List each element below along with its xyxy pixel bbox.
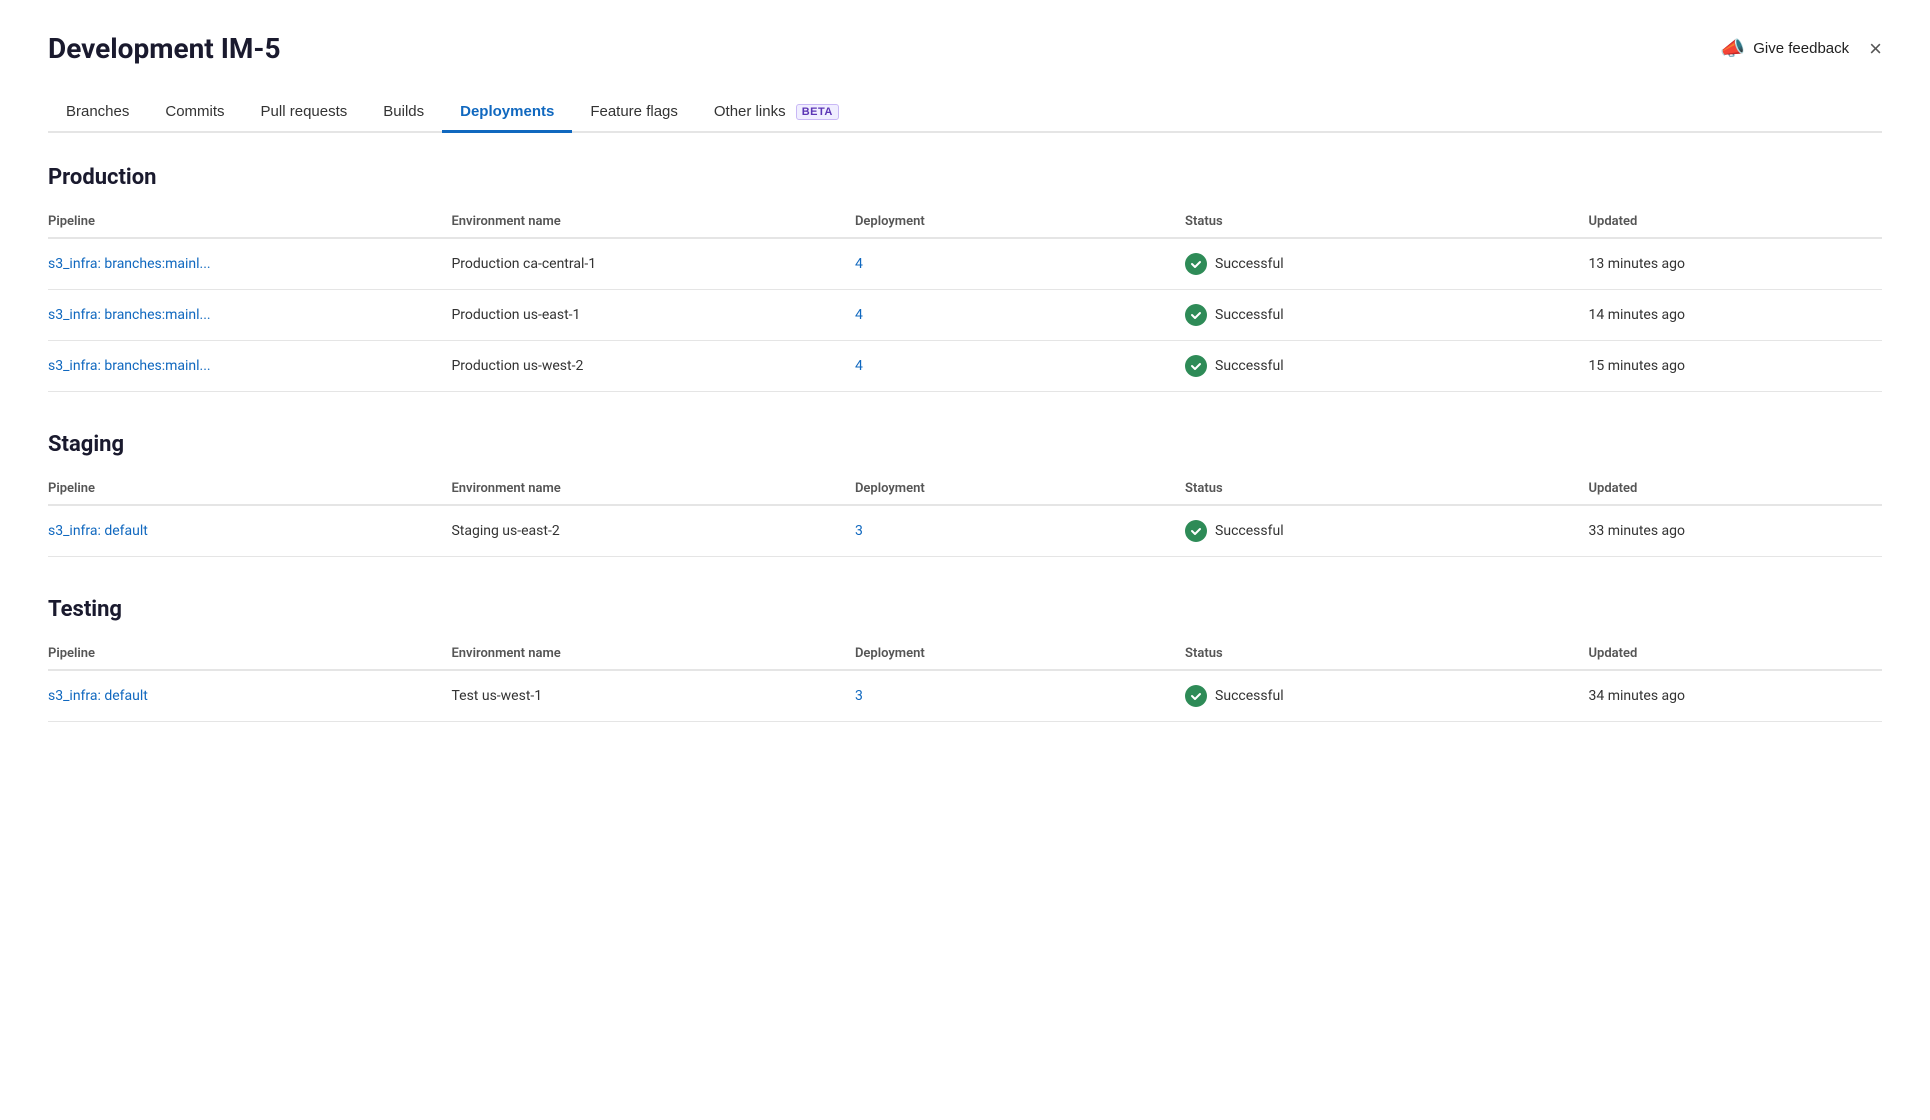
beta-badge: BETA <box>796 104 839 120</box>
nav-tabs: Branches Commits Pull requests Builds De… <box>48 93 1882 133</box>
col-header-pipeline: Pipeline <box>48 473 451 505</box>
table-row: s3_infra: branches:mainl... Production u… <box>48 341 1882 392</box>
success-icon <box>1185 520 1207 542</box>
deployment-link[interactable]: 4 <box>855 238 1185 290</box>
tab-feature-flags[interactable]: Feature flags <box>572 93 696 133</box>
col-header-updated: Updated <box>1589 206 1882 238</box>
environment-name: Production ca-central-1 <box>451 238 854 290</box>
tab-branches[interactable]: Branches <box>48 93 147 133</box>
feedback-button[interactable]: 📣 Give feedback <box>1720 36 1849 61</box>
col-header-env: Environment name <box>451 638 854 670</box>
environment-name: Test us-west-1 <box>451 670 854 722</box>
staging-title: Staging <box>48 432 1882 457</box>
page-title: Development IM-5 <box>48 32 281 65</box>
feedback-label: Give feedback <box>1753 40 1849 57</box>
environment-name: Staging us-east-2 <box>451 505 854 557</box>
col-header-status: Status <box>1185 473 1588 505</box>
production-header-row: Pipeline Environment name Deployment Sta… <box>48 206 1882 238</box>
table-row: s3_infra: branches:mainl... Production c… <box>48 238 1882 290</box>
section-production: Production Pipeline Environment name Dep… <box>48 165 1882 392</box>
status-text: Successful <box>1215 523 1284 539</box>
updated-text: 15 minutes ago <box>1589 341 1882 392</box>
tab-commits[interactable]: Commits <box>147 93 242 133</box>
col-header-env: Environment name <box>451 473 854 505</box>
status-cell: Successful <box>1185 238 1588 290</box>
environment-name: Production us-east-1 <box>451 290 854 341</box>
pipeline-link[interactable]: s3_infra: default <box>48 670 451 722</box>
status-cell: Successful <box>1185 670 1588 722</box>
deployment-link[interactable]: 4 <box>855 290 1185 341</box>
status-text: Successful <box>1215 307 1284 323</box>
tab-builds[interactable]: Builds <box>365 93 442 133</box>
header-actions: 📣 Give feedback × <box>1720 36 1882 61</box>
page-header: Development IM-5 📣 Give feedback × <box>48 32 1882 65</box>
testing-table: Pipeline Environment name Deployment Sta… <box>48 638 1882 722</box>
environment-name: Production us-west-2 <box>451 341 854 392</box>
tab-deployments[interactable]: Deployments <box>442 93 572 133</box>
deployment-link[interactable]: 4 <box>855 341 1185 392</box>
close-button[interactable]: × <box>1869 38 1882 60</box>
col-header-updated: Updated <box>1589 473 1882 505</box>
megaphone-icon: 📣 <box>1720 36 1745 61</box>
tab-pull-requests[interactable]: Pull requests <box>243 93 366 133</box>
updated-text: 33 minutes ago <box>1589 505 1882 557</box>
status-text: Successful <box>1215 358 1284 374</box>
status-text: Successful <box>1215 256 1284 272</box>
testing-header-row: Pipeline Environment name Deployment Sta… <box>48 638 1882 670</box>
updated-text: 13 minutes ago <box>1589 238 1882 290</box>
deployment-link[interactable]: 3 <box>855 505 1185 557</box>
col-header-status: Status <box>1185 206 1588 238</box>
col-header-deployment: Deployment <box>855 206 1185 238</box>
pipeline-link[interactable]: s3_infra: default <box>48 505 451 557</box>
col-header-status: Status <box>1185 638 1588 670</box>
pipeline-link[interactable]: s3_infra: branches:mainl... <box>48 341 451 392</box>
production-table: Pipeline Environment name Deployment Sta… <box>48 206 1882 392</box>
success-icon <box>1185 253 1207 275</box>
updated-text: 34 minutes ago <box>1589 670 1882 722</box>
status-text: Successful <box>1215 688 1284 704</box>
testing-title: Testing <box>48 597 1882 622</box>
section-staging: Staging Pipeline Environment name Deploy… <box>48 432 1882 557</box>
table-row: s3_infra: branches:mainl... Production u… <box>48 290 1882 341</box>
success-icon <box>1185 685 1207 707</box>
status-cell: Successful <box>1185 341 1588 392</box>
staging-header-row: Pipeline Environment name Deployment Sta… <box>48 473 1882 505</box>
staging-table: Pipeline Environment name Deployment Sta… <box>48 473 1882 557</box>
pipeline-link[interactable]: s3_infra: branches:mainl... <box>48 290 451 341</box>
col-header-deployment: Deployment <box>855 473 1185 505</box>
pipeline-link[interactable]: s3_infra: branches:mainl... <box>48 238 451 290</box>
table-row: s3_infra: default Staging us-east-2 3 Su… <box>48 505 1882 557</box>
col-header-env: Environment name <box>451 206 854 238</box>
success-icon <box>1185 355 1207 377</box>
success-icon <box>1185 304 1207 326</box>
status-cell: Successful <box>1185 290 1588 341</box>
updated-text: 14 minutes ago <box>1589 290 1882 341</box>
deployment-link[interactable]: 3 <box>855 670 1185 722</box>
col-header-updated: Updated <box>1589 638 1882 670</box>
status-cell: Successful <box>1185 505 1588 557</box>
page-container: Development IM-5 📣 Give feedback × Branc… <box>0 0 1930 794</box>
col-header-pipeline: Pipeline <box>48 206 451 238</box>
production-title: Production <box>48 165 1882 190</box>
col-header-pipeline: Pipeline <box>48 638 451 670</box>
tab-other-links[interactable]: Other links BETA <box>696 93 857 133</box>
section-testing: Testing Pipeline Environment name Deploy… <box>48 597 1882 722</box>
table-row: s3_infra: default Test us-west-1 3 Succe… <box>48 670 1882 722</box>
col-header-deployment: Deployment <box>855 638 1185 670</box>
